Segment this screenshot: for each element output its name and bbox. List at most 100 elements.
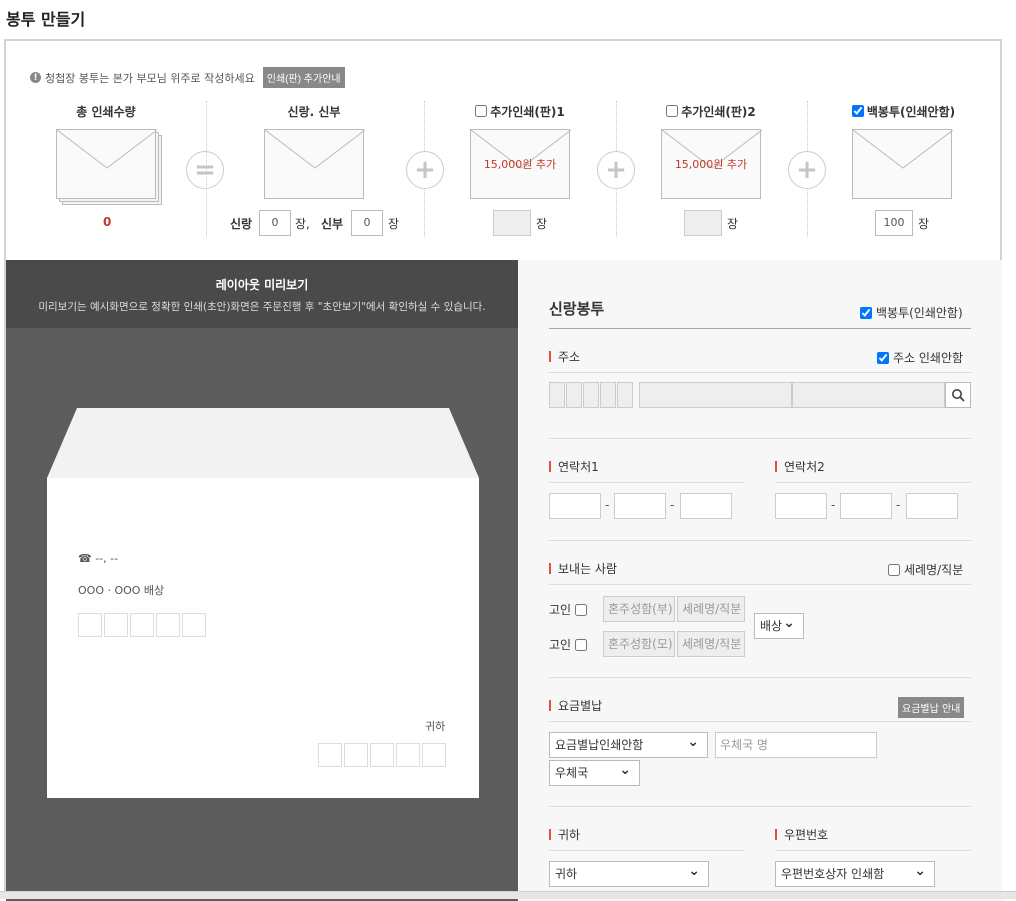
extra2-column: 추가인쇄(판)2: [661, 103, 761, 119]
horizontal-scrollbar[interactable]: [0, 891, 1016, 899]
postage-guide-button[interactable]: 요금별납 안내: [898, 697, 965, 718]
zipcode-select[interactable]: 우편번호상자 인쇄함: [775, 859, 935, 887]
recipient-zip-boxes: [318, 743, 446, 767]
post-office-input[interactable]: 우체국 명: [715, 732, 877, 758]
total-column: 총 인쇄수량: [56, 103, 156, 119]
blank-envelope-checkbox[interactable]: [851, 105, 864, 117]
unit-label: 장: [727, 217, 739, 231]
total-qty: 0: [103, 215, 112, 229]
extra2-price: 15,000원 추가: [674, 158, 748, 171]
address-no-print-label: 주소 인쇄안함: [893, 351, 964, 365]
page-title: 봉투 만들기: [6, 10, 86, 29]
notice: ! 청첩장 봉투는 본가 부모님 위주로 작성하세요 인쇄(판) 추가안내: [30, 67, 345, 88]
address-detail-input[interactable]: [792, 382, 945, 408]
postage-label: 요금별납: [549, 697, 602, 714]
bride-qty-input[interactable]: 0: [351, 210, 383, 236]
contact2-part2-input[interactable]: [840, 493, 892, 519]
address-label: 주소: [549, 348, 580, 365]
baptism-title-label: 세례명/직분: [904, 563, 964, 577]
preview-title: 레이아웃 미리보기: [215, 278, 309, 292]
total-title: 총 인쇄수량: [76, 104, 136, 119]
father-name-input[interactable]: 혼주성함(부): [603, 596, 675, 622]
honorific-label: 귀하: [549, 826, 580, 843]
contact2-label: 연락처2: [775, 458, 825, 475]
address-no-print-checkbox[interactable]: [877, 351, 889, 364]
contact2-part1-input[interactable]: [775, 493, 827, 519]
form-blank-envelope-checkbox[interactable]: [860, 306, 872, 319]
closing-select[interactable]: 배상: [754, 611, 804, 639]
post-office-select[interactable]: 우체국: [549, 758, 640, 786]
envelope-builder: ! 청첩장 봉투는 본가 부모님 위주로 작성하세요 인쇄(판) 추가안내 총 …: [4, 39, 1002, 901]
preview-header: 레이아웃 미리보기 미리보기는 예시화면으로 정확한 인쇄(초안)화면은 주문진…: [6, 260, 518, 328]
postage-select[interactable]: 요금별납인쇄안함: [549, 730, 708, 758]
couple-title: 신랑. 신부: [287, 104, 341, 119]
blank-column: 백봉투(인쇄안함): [846, 103, 961, 119]
contact1-part3-input[interactable]: [680, 493, 732, 519]
form-blank-envelope-label: 백봉투(인쇄안함): [876, 306, 963, 320]
couple-column: 신랑. 신부: [264, 103, 364, 119]
extra1-column: 추가인쇄(판)1: [470, 103, 570, 119]
groom-qty-input[interactable]: 0: [259, 210, 291, 236]
print-guide-button[interactable]: 인쇄(판) 추가안내: [262, 67, 345, 88]
father-baptism-input[interactable]: 세례명/직분: [677, 596, 745, 622]
father-deceased-label: 고인: [549, 603, 572, 617]
father-deceased-checkbox[interactable]: [575, 603, 588, 616]
plus-icon: +: [406, 151, 444, 189]
address-input[interactable]: [639, 382, 792, 408]
envelope-icon: 15,000원 추가: [661, 129, 762, 199]
info-icon: !: [30, 72, 41, 83]
zip-digit-input[interactable]: [566, 382, 582, 408]
unit-label: 장: [536, 217, 548, 231]
mother-baptism-input[interactable]: 세례명/직분: [677, 631, 745, 657]
extra2-title: 추가인쇄(판)2: [681, 104, 756, 119]
contact2-part3-input[interactable]: [906, 493, 958, 519]
preview-phone: ☎ --, --: [78, 552, 119, 565]
preview-desc: 미리보기는 예시화면으로 정확한 인쇄(초안)화면은 주문진행 후 "초안보기"…: [38, 301, 486, 313]
honorific-select[interactable]: 귀하: [549, 859, 709, 887]
contact1-label: 연락처1: [549, 458, 599, 475]
mother-name-input[interactable]: 혼주성함(모): [603, 631, 675, 657]
sender-zip-boxes: [78, 613, 206, 637]
plus-icon: +: [597, 151, 635, 189]
extra1-title: 추가인쇄(판)1: [490, 104, 565, 119]
contact1-part1-input[interactable]: [549, 493, 601, 519]
envelope-icon: 15,000원 추가: [470, 129, 571, 199]
unit-label: 장,: [295, 217, 310, 231]
bride-label: 신부: [321, 217, 344, 231]
plus-icon: +: [788, 151, 826, 189]
blank-title: 백봉투(인쇄안함): [866, 104, 956, 119]
zip-digit-input[interactable]: [600, 382, 616, 408]
contact1-part2-input[interactable]: [614, 493, 666, 519]
zipcode-label: 우편번호: [775, 826, 828, 843]
notice-text: 청첩장 봉투는 본가 부모님 위주로 작성하세요: [45, 71, 255, 85]
unit-label: 장: [388, 217, 400, 231]
extra1-checkbox[interactable]: [475, 105, 488, 117]
form-title: 신랑봉투: [549, 300, 605, 318]
zip-digit-input[interactable]: [617, 382, 633, 408]
extra2-checkbox[interactable]: [666, 105, 679, 117]
equals-icon: =: [186, 151, 224, 189]
groom-envelope-form: 신랑봉투 백봉투(인쇄안함) 주소 주소 인쇄안함 연락처1 연락처2 - - …: [518, 260, 1002, 901]
preview-honorific: 귀하: [425, 720, 446, 733]
extra1-qty-input[interactable]: [493, 210, 531, 236]
extra1-price: 15,000원 추가: [483, 158, 557, 171]
extra2-qty-input[interactable]: [684, 210, 722, 236]
blank-qty-input[interactable]: 100: [875, 210, 913, 236]
mother-deceased-checkbox[interactable]: [575, 638, 588, 651]
zip-digit-input[interactable]: [583, 382, 599, 408]
sender-label: 보내는 사람: [549, 560, 617, 577]
envelope-preview: ☎ --, -- OOO · OOO 배상 귀하: [47, 408, 479, 800]
search-icon: [952, 389, 965, 402]
zip-digit-input[interactable]: [549, 382, 565, 408]
envelope-icon: [852, 129, 953, 199]
mother-deceased-label: 고인: [549, 638, 572, 652]
groom-label: 신랑: [230, 217, 253, 231]
baptism-title-checkbox[interactable]: [888, 563, 900, 576]
envelope-icon: [264, 129, 365, 199]
layout-preview: 레이아웃 미리보기 미리보기는 예시화면으로 정확한 인쇄(초안)화면은 주문진…: [6, 260, 518, 901]
preview-sender: OOO · OOO 배상: [78, 584, 165, 597]
envelope-icon: [56, 129, 157, 199]
divider: [206, 101, 207, 237]
address-search-button[interactable]: [945, 382, 971, 408]
unit-label: 장: [918, 217, 930, 231]
